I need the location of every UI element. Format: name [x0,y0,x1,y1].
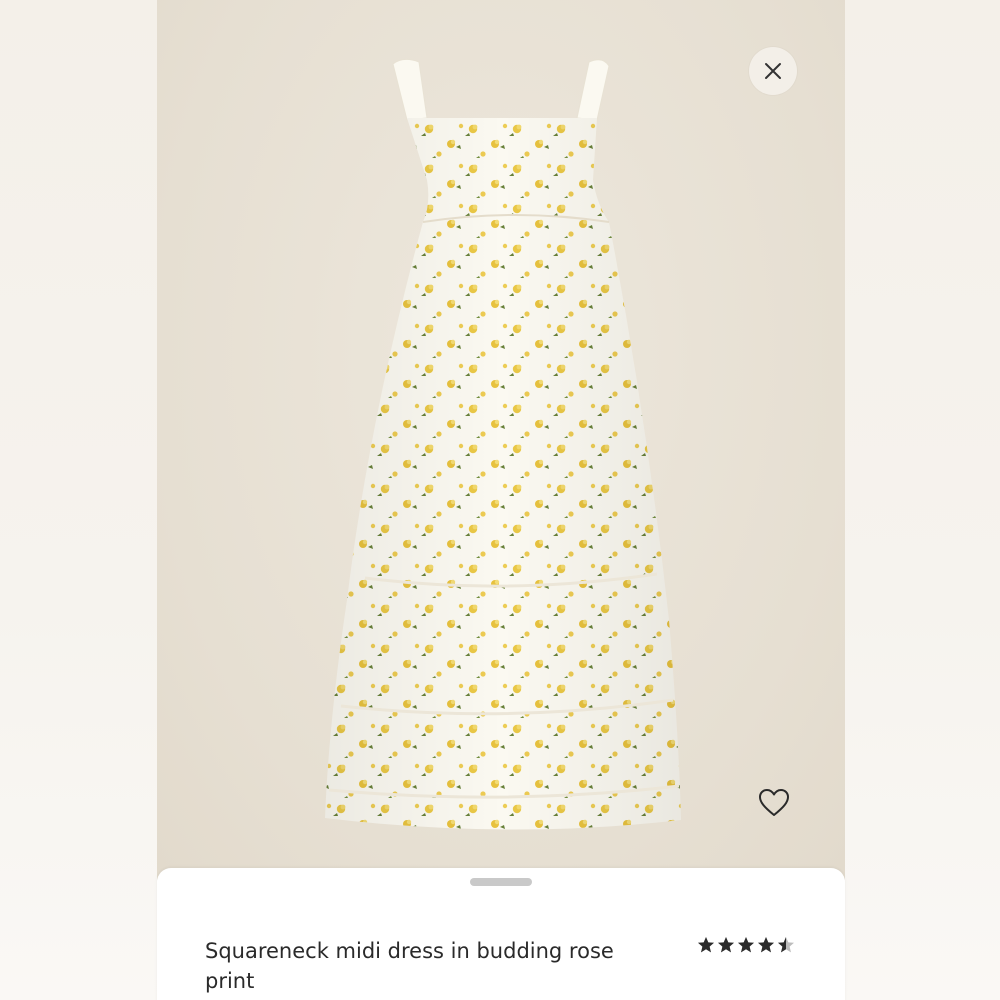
left-margin [0,0,157,1000]
drag-handle[interactable] [470,878,532,886]
right-margin [845,0,1000,1000]
favorite-button[interactable] [754,784,794,822]
star-icon [778,937,794,953]
close-button[interactable] [749,47,797,95]
product-title: Squareneck midi dress in budding rose pr… [205,939,614,993]
rating-stars [697,936,795,954]
star-icon [758,937,774,953]
product-info-sheet[interactable]: Squareneck midi dress in budding rose pr… [157,868,845,1000]
heart-outline-icon [759,789,789,816]
close-icon [765,63,781,79]
star-icon [738,937,754,953]
dress-illustration [325,58,681,830]
star-icon [718,937,734,953]
product-image [157,0,845,880]
star-icon [698,937,714,953]
